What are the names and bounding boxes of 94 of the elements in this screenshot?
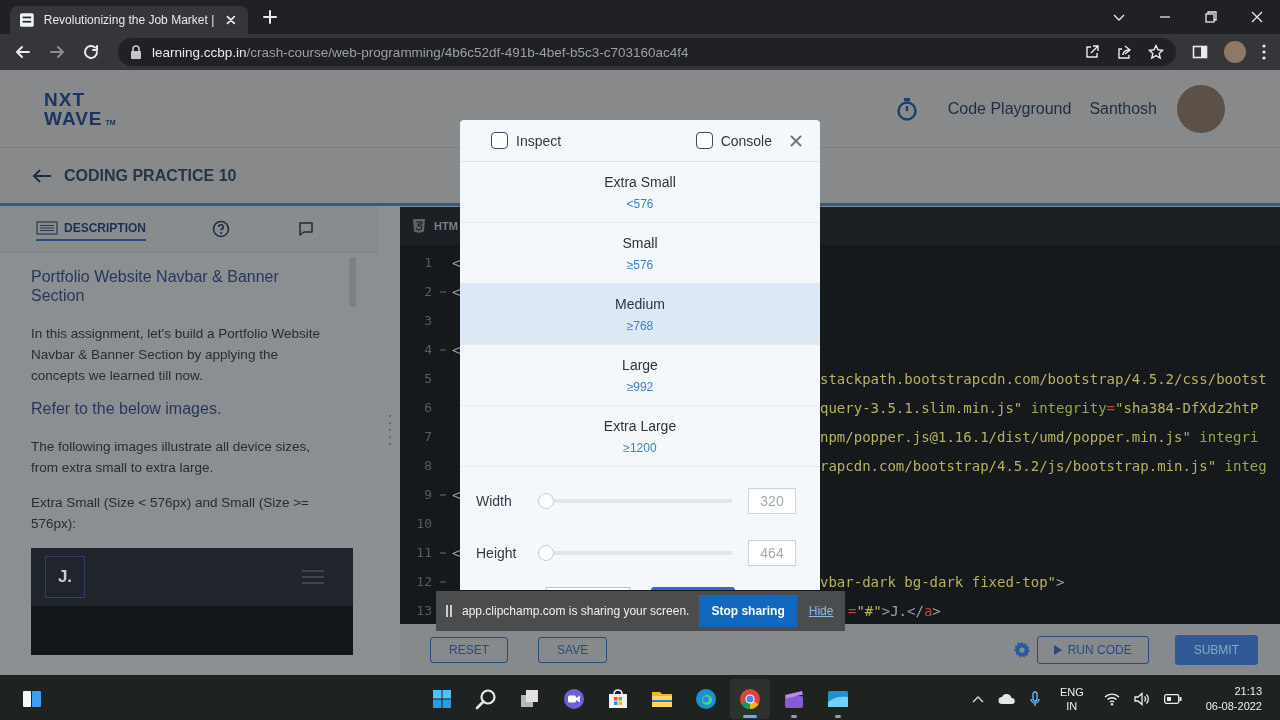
pause-icon xyxy=(446,605,452,617)
section-heading: Refer to the below images. xyxy=(31,400,223,418)
browser-tab[interactable]: Revolutionizing the Job Market | xyxy=(10,6,248,34)
line-number: 3 xyxy=(423,313,432,328)
html5-icon xyxy=(412,218,426,234)
slider-label: Width xyxy=(476,493,513,509)
forward-arrow-icon[interactable] xyxy=(48,43,66,61)
line-number: 2 xyxy=(423,284,432,299)
restore-icon[interactable] xyxy=(1204,10,1218,24)
share-icon[interactable] xyxy=(1116,44,1132,60)
star-icon[interactable] xyxy=(1148,44,1164,60)
cloud-icon[interactable] xyxy=(997,693,1016,705)
open-external-icon[interactable] xyxy=(1084,44,1100,60)
store-icon xyxy=(606,687,630,711)
description-text: Extra Small (Size < 576px) and Small (Size >= 576px): xyxy=(31,494,310,533)
code-text: < xyxy=(452,254,461,271)
side-panel-icon[interactable] xyxy=(1192,44,1208,60)
description-text: In this assignment, let's build a Portfolio Website Navbar & Banner Section by applying the concepts we learned till now. xyxy=(31,325,321,385)
taskbar-app[interactable] xyxy=(730,679,770,719)
code-text: ="#">J.</a> xyxy=(848,602,941,619)
code-text: vbar-dark bg-dark fixed-top"> xyxy=(820,573,1065,590)
line-number: 4 xyxy=(423,342,432,357)
hamburger-menu-icon xyxy=(301,569,325,585)
slider-thumb[interactable] xyxy=(538,545,554,561)
line-number: 1 xyxy=(423,255,432,270)
profile-avatar[interactable] xyxy=(1224,41,1246,63)
wifi-icon[interactable] xyxy=(1103,692,1120,706)
breakpoint-option[interactable]: Medium ≥768 xyxy=(460,284,820,345)
address-bar[interactable]: learning.ccbp.in/crash-course/web-programming/4b6c52df-491b-4bef-b5c3-c703160ac4f4 xyxy=(118,38,1176,66)
breakpoint-option[interactable]: Large ≥992 xyxy=(460,345,820,406)
line-number: 9 xyxy=(423,487,432,502)
stopwatch-icon[interactable] xyxy=(895,96,918,121)
code-text: < xyxy=(452,341,461,358)
reload-icon[interactable] xyxy=(82,43,100,61)
checkbox[interactable] xyxy=(695,132,713,149)
volume-icon[interactable] xyxy=(1133,692,1150,706)
help-icon xyxy=(212,220,230,238)
logo-text: WAVE xyxy=(44,108,103,128)
document-icon xyxy=(36,221,58,235)
chrome-icon xyxy=(738,687,762,711)
start-icon xyxy=(430,687,454,711)
video-chat-icon xyxy=(562,687,586,711)
task-title: Portfolio Website Navbar & Banner Section xyxy=(31,267,280,305)
hide-link[interactable]: Hide xyxy=(808,604,834,618)
code-text: rapcdn.com/bootstrap/4.5.2/js/bootstrap.min.js" integ xyxy=(820,457,1267,474)
page-title: CODING PRACTICE 10 xyxy=(64,166,237,185)
battery-icon[interactable] xyxy=(1163,694,1182,704)
slider-thumb[interactable] xyxy=(538,493,554,509)
line-number: 12 xyxy=(415,574,432,589)
code-text: stackpath.bootstrapcdn.com/bootstrap/4.5.2/css/bootst xyxy=(820,370,1267,387)
code-text: npm/popper.js@1.16.1/dist/umd/popper.min.js" integri xyxy=(820,428,1259,445)
user-name: Santhosh xyxy=(1089,99,1157,118)
menu-dots-icon[interactable] xyxy=(1262,44,1266,60)
panel-tab[interactable]: DESCRIPTION xyxy=(36,217,146,241)
header-link[interactable]: Code Playground xyxy=(947,99,1072,118)
search-icon xyxy=(474,687,498,711)
code-text: query-3.5.1.slim.min.js" integrity="sha384-DfXdz2htP xyxy=(820,399,1259,416)
line-number: 6 xyxy=(423,400,432,415)
description-text: The following images illustrate all device sizes, from extra small to extra large. xyxy=(31,438,312,477)
line-number: 13 xyxy=(415,603,432,618)
brand-logo: J. xyxy=(45,556,85,598)
new-tab-icon[interactable] xyxy=(262,9,278,25)
code-text: < xyxy=(452,486,461,503)
breakpoint-option[interactable]: Extra Small <576 xyxy=(460,162,820,223)
line-number: 7 xyxy=(423,429,432,444)
checkbox-label[interactable]: Inspect xyxy=(516,132,562,149)
line-number: 11 xyxy=(415,545,432,560)
breakpoint-option[interactable]: Extra Large ≥1200 xyxy=(460,406,820,467)
line-number: 8 xyxy=(423,458,432,473)
file-tab[interactable]: HTM xyxy=(412,218,458,234)
chat-icon xyxy=(298,221,314,237)
microphone-icon[interactable] xyxy=(1029,691,1040,707)
chevron-up-icon[interactable] xyxy=(971,695,984,703)
line-number: 10 xyxy=(415,516,432,531)
lock-icon xyxy=(130,45,142,59)
play-icon xyxy=(1053,644,1062,655)
checkbox-label[interactable]: Console xyxy=(720,132,772,149)
back-arrow-icon[interactable] xyxy=(14,43,32,61)
language-indicator[interactable]: ENG IN xyxy=(1059,685,1084,713)
tab-title: Revolutionizing the Job Market | xyxy=(43,13,215,27)
site-favicon xyxy=(20,12,34,28)
code-text: < xyxy=(452,544,461,561)
edge-icon xyxy=(694,687,718,711)
checkbox[interactable] xyxy=(491,132,508,149)
logo-text: NXT xyxy=(44,89,85,109)
url-path: /crash-course/web-programming/4b6c52df-491b-4bef-b5c3-c703160ac4f4 xyxy=(246,44,689,60)
back-arrow-icon[interactable] xyxy=(32,167,52,184)
url-host: learning.ccbp.in xyxy=(152,44,247,60)
stop-sharing-button[interactable]: Stop sharing xyxy=(699,595,797,627)
line-number: 5 xyxy=(423,371,432,386)
slider-label: Height xyxy=(476,545,518,561)
code-text: < xyxy=(452,283,461,300)
share-message: app.clipchamp.com is sharing your screen. xyxy=(462,604,690,618)
clock[interactable]: 21:13 06-08-2022 xyxy=(1205,684,1262,714)
